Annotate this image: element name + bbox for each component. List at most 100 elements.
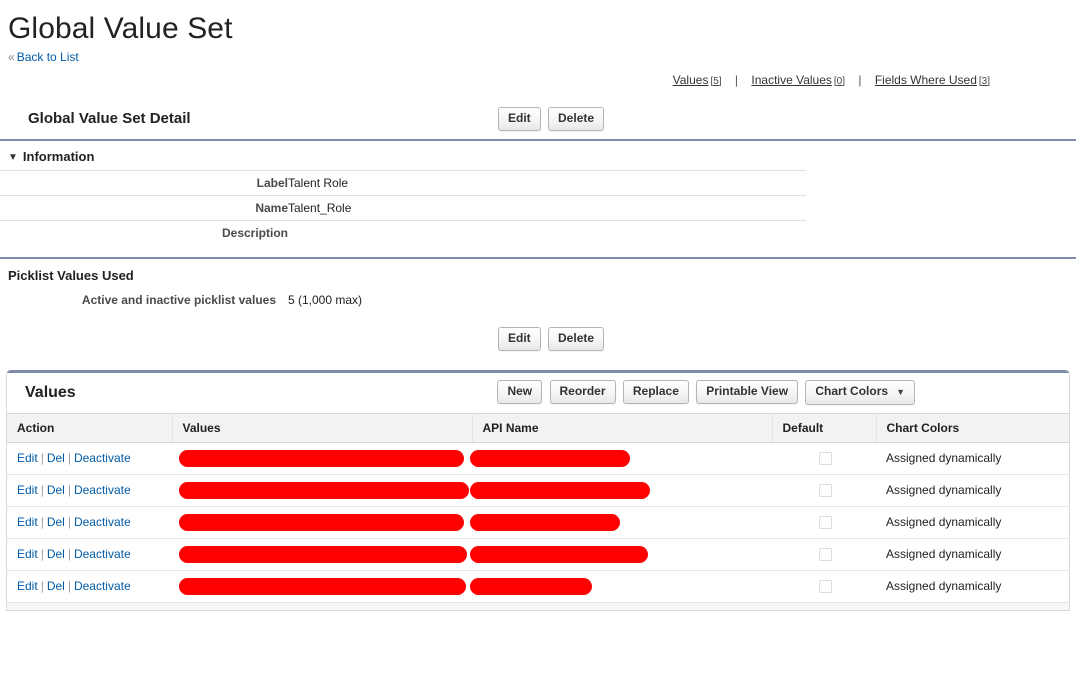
default-checkbox[interactable] — [818, 516, 832, 530]
picklist-edit-button[interactable]: Edit — [498, 326, 541, 351]
default-checkbox[interactable] — [818, 452, 832, 466]
picklist-values-used-row: Active and inactive picklist values 5 (1,… — [0, 293, 1076, 307]
action-separator: | — [40, 547, 44, 562]
action-separator: | — [40, 579, 44, 594]
redaction-bar-value — [179, 481, 469, 499]
action-link-edit[interactable]: Edit — [17, 579, 38, 593]
information-table: Label Talent Role Name Talent_Role Descr… — [0, 169, 806, 245]
information-row-label: Label Talent Role — [0, 169, 806, 196]
page-root: Global Value Set «Back to List Values [5]… — [0, 0, 1076, 673]
values-list-footer — [7, 601, 1069, 610]
cell-api-name — [470, 442, 772, 475]
cell-action: Edit | Del | Deactivate — [7, 506, 172, 539]
detail-section-header: Global Value Set Detail Edit Delete — [0, 106, 1076, 141]
redaction-bar-api-name — [470, 513, 620, 531]
related-link-fields-where-used[interactable]: Fields Where Used — [875, 73, 977, 87]
back-chevron-icon: « — [8, 49, 15, 64]
cell-action: Edit | Del | Deactivate — [7, 442, 172, 475]
action-separator: | — [40, 451, 44, 466]
action-link-del[interactable]: Del — [47, 579, 65, 593]
action-link-deactivate[interactable]: Deactivate — [74, 515, 131, 529]
redaction-bar-api-name — [470, 577, 592, 595]
related-links-separator-1: | — [734, 72, 739, 87]
page-header: Global Value Set «Back to List — [0, 0, 1076, 64]
cell-api-name — [470, 538, 772, 571]
chevron-down-icon: ▼ — [896, 386, 905, 397]
cell-value — [172, 442, 472, 475]
action-separator: | — [67, 547, 71, 562]
table-row: Edit | Del | Deactivate Assigned dynamically — [7, 538, 1069, 571]
values-list-header: Values New Reorder Replace Printable Vie… — [7, 372, 1069, 413]
cell-chart-colors: Assigned dynamically — [876, 442, 1069, 475]
field-label-description: Description — [0, 219, 288, 245]
cell-value — [172, 570, 472, 602]
collapse-triangle-icon[interactable]: ▼ — [8, 152, 18, 163]
page-title: Global Value Set — [8, 12, 233, 45]
action-separator: | — [67, 451, 71, 466]
default-checkbox[interactable] — [818, 484, 832, 498]
picklist-button-row: Edit Delete — [0, 326, 1076, 351]
chart-colors-dropdown-button[interactable]: Chart Colors ▼ — [805, 379, 915, 405]
action-separator: | — [40, 483, 44, 498]
related-link-inactive-values[interactable]: Inactive Values — [751, 73, 832, 87]
cell-action: Edit | Del | Deactivate — [7, 570, 172, 602]
redaction-bar-api-name — [470, 545, 648, 563]
column-header-api-name: API Name — [472, 412, 773, 443]
cell-chart-colors: Assigned dynamically — [876, 506, 1069, 539]
detail-button-row: Edit Delete — [498, 106, 608, 131]
action-link-edit[interactable]: Edit — [17, 451, 38, 465]
column-header-chart-colors: Chart Colors — [876, 412, 1069, 443]
action-separator: | — [67, 483, 71, 498]
action-link-deactivate[interactable]: Deactivate — [74, 579, 131, 593]
detail-delete-button[interactable]: Delete — [548, 106, 605, 131]
cell-default — [772, 442, 876, 475]
column-header-values: Values — [172, 412, 473, 443]
field-value-name: Talent_Role — [288, 194, 806, 221]
related-link-values[interactable]: Values — [673, 73, 709, 87]
picklist-delete-button[interactable]: Delete — [548, 326, 605, 351]
action-link-deactivate[interactable]: Deactivate — [74, 483, 131, 497]
table-row: Edit | Del | Deactivate Assigned dynamically — [7, 474, 1069, 507]
values-list-panel: Values New Reorder Replace Printable Vie… — [6, 369, 1070, 611]
related-links-bar: Values [5] | Inactive Values [0] | Fields … — [0, 72, 1076, 90]
action-link-del[interactable]: Del — [47, 547, 65, 561]
values-list-button-row: New Reorder Replace Printable View Chart… — [497, 379, 919, 405]
field-label-label: Label — [0, 169, 288, 196]
related-links-separator-2: | — [858, 72, 862, 87]
cell-action: Edit | Del | Deactivate — [7, 538, 172, 571]
field-label-name: Name — [0, 194, 288, 221]
action-link-deactivate[interactable]: Deactivate — [74, 451, 131, 465]
field-value-label: Talent Role — [288, 169, 806, 196]
information-section-title[interactable]: ▼ Information — [0, 141, 1076, 170]
values-list-title: Values — [25, 383, 76, 401]
related-link-inactive-values-count: [0] — [833, 75, 846, 87]
redaction-bar-value — [179, 577, 466, 595]
action-separator: | — [40, 515, 44, 530]
action-link-edit[interactable]: Edit — [17, 483, 38, 497]
redaction-bar-api-name — [470, 449, 630, 467]
back-to-list-link[interactable]: «Back to List — [8, 50, 79, 64]
default-checkbox[interactable] — [818, 580, 832, 594]
replace-button[interactable]: Replace — [622, 379, 689, 404]
cell-api-name — [470, 506, 772, 539]
action-link-edit[interactable]: Edit — [17, 515, 38, 529]
new-button[interactable]: New — [497, 379, 543, 404]
related-link-values-count: [5] — [710, 75, 722, 87]
cell-default — [772, 570, 876, 602]
reorder-button[interactable]: Reorder — [549, 379, 616, 404]
action-link-edit[interactable]: Edit — [17, 547, 38, 561]
action-link-deactivate[interactable]: Deactivate — [74, 547, 131, 561]
detail-edit-button[interactable]: Edit — [498, 106, 541, 131]
default-checkbox[interactable] — [818, 548, 832, 562]
action-link-del[interactable]: Del — [47, 451, 65, 465]
cell-action: Edit | Del | Deactivate — [7, 474, 172, 507]
information-label: Information — [22, 148, 95, 164]
action-link-del[interactable]: Del — [47, 483, 65, 497]
information-row-description: Description — [0, 219, 806, 245]
action-separator: | — [67, 579, 71, 594]
redaction-bar-value — [179, 545, 467, 563]
printable-view-button[interactable]: Printable View — [696, 379, 799, 404]
values-table-body: Edit | Del | Deactivate Assigned dynamically E… — [7, 442, 1069, 602]
action-link-del[interactable]: Del — [47, 515, 65, 529]
column-header-action: Action — [7, 412, 173, 443]
